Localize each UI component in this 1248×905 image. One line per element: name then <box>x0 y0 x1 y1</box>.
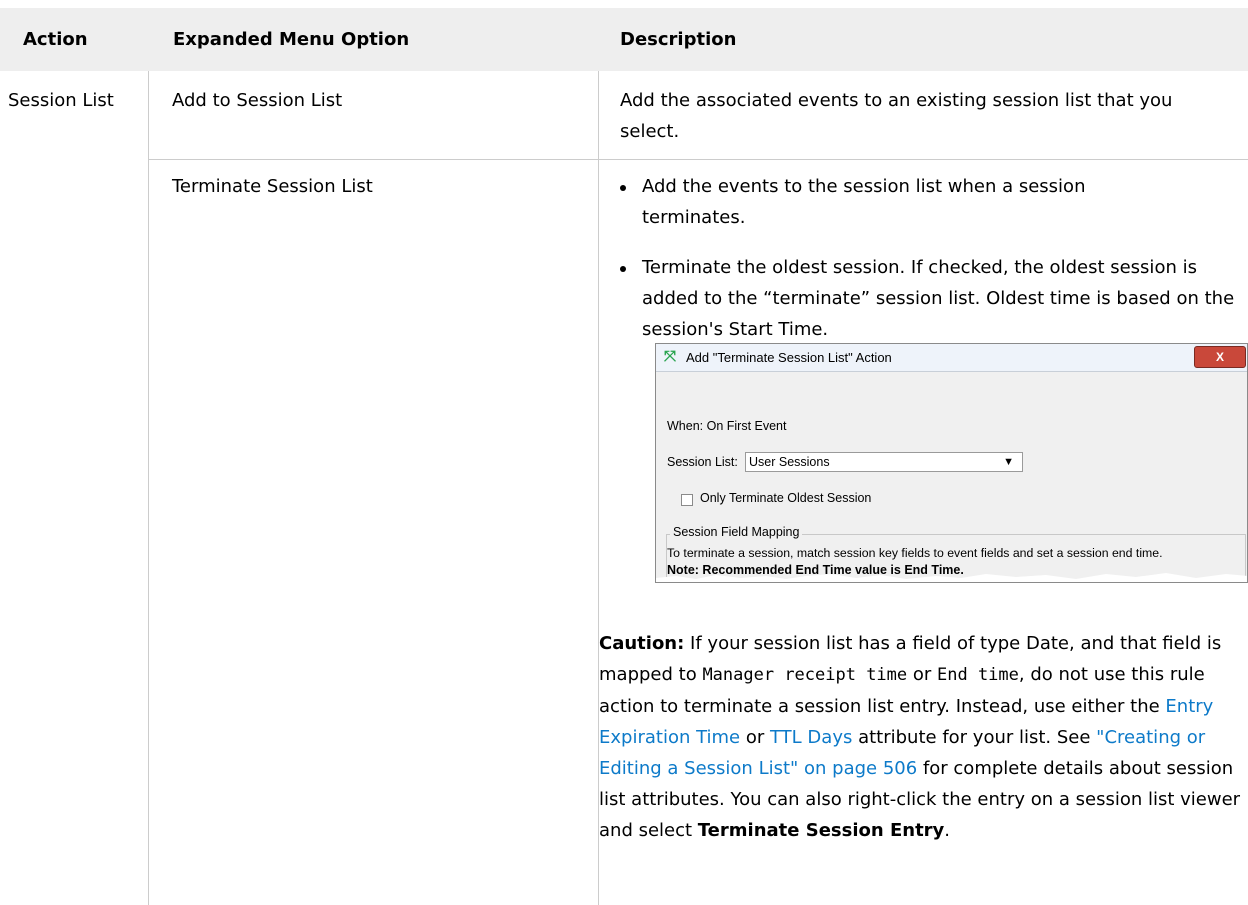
cell-add-description: Add the associated events to an existing… <box>620 90 1173 142</box>
group-legend: Session Field Mapping <box>670 525 803 539</box>
oldest-session-checkbox[interactable] <box>681 494 693 506</box>
torn-edge <box>656 573 1247 582</box>
code-end-time: End time <box>937 665 1019 685</box>
bullet-icon <box>620 185 626 191</box>
session-list-label: Session List: <box>667 455 738 469</box>
when-label: When: On First Event <box>667 419 787 433</box>
dialog-title: Add "Terminate Session List" Action <box>686 350 892 365</box>
session-list-select[interactable]: User Sessions ▼ <box>745 452 1023 472</box>
cell-action-session-list: Session List <box>8 90 114 111</box>
caution-label: Caution: <box>599 633 685 654</box>
row-divider <box>149 159 1248 160</box>
code-manager-receipt-time: Manager receipt time <box>702 665 908 685</box>
caution-text: or <box>907 664 937 685</box>
caution-text: attribute for your list. See <box>852 727 1097 748</box>
caution-text: or <box>740 727 770 748</box>
caution-text: . <box>944 820 951 841</box>
bullet-icon <box>620 266 626 272</box>
cell-terminate-session-list: Terminate Session List <box>172 176 373 197</box>
header-action: Action <box>23 29 88 50</box>
dialog-titlebar: ⤧ Add "Terminate Session List" Action X <box>656 344 1247 372</box>
bullet-text: Terminate the oldest session. If checked… <box>642 257 1235 340</box>
arcsight-icon: ⤧ <box>664 348 677 365</box>
help-page: Action Expanded Menu Option Description … <box>0 0 1248 905</box>
chevron-down-icon: ▼ <box>1003 456 1014 468</box>
column-divider <box>148 71 149 905</box>
dialog-screenshot: ⤧ Add "Terminate Session List" Action X … <box>655 343 1248 583</box>
table-header: Action Expanded Menu Option Description <box>0 8 1248 71</box>
link-ttl-days[interactable]: TTL Days <box>770 727 852 748</box>
bullet-text: Add the events to the session list when … <box>642 176 1086 228</box>
session-list-value: User Sessions <box>749 455 830 469</box>
caution-paragraph: Caution: If your session list has a fiel… <box>599 628 1248 846</box>
list-item: Add the events to the session list when … <box>620 171 1248 233</box>
header-menu-option: Expanded Menu Option <box>173 29 410 50</box>
header-description: Description <box>620 29 737 50</box>
cell-add-to-session-list: Add to Session List <box>172 90 343 111</box>
close-button[interactable]: X <box>1194 346 1246 368</box>
terminate-session-entry: Terminate Session Entry <box>697 820 945 841</box>
checkbox-label: Only Terminate Oldest Session <box>700 491 872 505</box>
mapping-text: To terminate a session, match session ke… <box>667 546 1163 560</box>
list-item: Terminate the oldest session. If checked… <box>620 252 1248 345</box>
